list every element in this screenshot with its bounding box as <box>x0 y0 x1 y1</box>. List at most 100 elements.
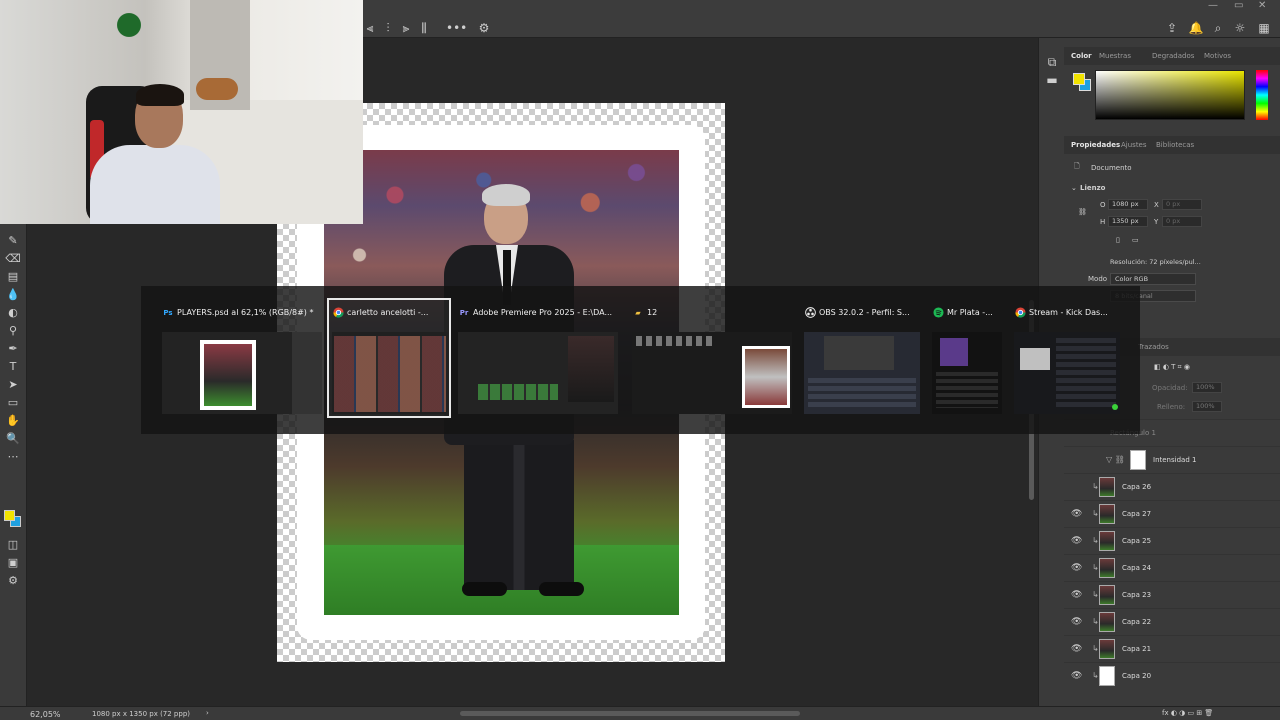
blur-tool-icon[interactable]: 💧 <box>5 288 21 302</box>
light-icon[interactable]: ☼ <box>1232 20 1248 36</box>
switcher-window[interactable]: OBS 32.0.2 - Perfil: S... <box>799 298 921 418</box>
tab-paths[interactable]: Trazados <box>1138 343 1169 351</box>
mode-dropdown[interactable]: Color RGB <box>1110 273 1196 285</box>
hue-slider[interactable] <box>1256 70 1268 120</box>
x-field[interactable]: 0 px <box>1162 199 1202 210</box>
photoshop-icon: Ps <box>163 309 173 317</box>
minimize-icon[interactable]: — <box>1208 0 1218 11</box>
comments-icon[interactable]: ▬ <box>1044 72 1060 88</box>
y-field[interactable]: 0 px <box>1162 216 1202 227</box>
window-thumbnail <box>332 332 448 414</box>
width-field[interactable]: 1080 px <box>1108 199 1148 210</box>
align-left-icon[interactable]: ⫷ <box>362 20 378 36</box>
layer-filter-icon[interactable]: ◧ ◐ T ⌗ ◉ <box>1154 363 1190 372</box>
tab-patterns[interactable]: Motivos <box>1204 52 1231 60</box>
eye-icon[interactable]: 👁 <box>1071 671 1082 681</box>
switcher-window[interactable]: Ps PLAYERS.psd al 62,1% (RGB/8#) * <box>157 298 323 418</box>
more-options-icon[interactable]: ••• <box>446 20 467 36</box>
more-tools-icon[interactable]: ⋯ <box>5 450 21 464</box>
layer-name: Capa 26 <box>1122 483 1152 491</box>
layer-thumbnail <box>1099 666 1115 686</box>
eye-icon[interactable]: 👁 <box>1071 617 1082 627</box>
x-label: X <box>1154 201 1159 209</box>
maximize-icon[interactable]: ▭ <box>1234 0 1243 11</box>
layer-row[interactable]: ▽ ⛓ Intensidad 1 <box>1064 446 1280 473</box>
layer-row[interactable]: 👁 ↳ Capa 21 <box>1064 635 1280 662</box>
switcher-window[interactable]: ▰ 12 <box>627 298 793 418</box>
switcher-window[interactable]: Stream - Kick Das... <box>1009 298 1121 418</box>
zoom-icon[interactable]: 🔍 <box>5 432 21 446</box>
orientation-landscape-icon[interactable]: ▭ <box>1132 236 1139 244</box>
layer-row[interactable]: 👁 ↳ Capa 25 <box>1064 527 1280 554</box>
fill-field[interactable]: 100% <box>1192 401 1222 412</box>
eye-icon[interactable]: 👁 <box>1071 644 1082 654</box>
eye-icon[interactable]: 👁 <box>1071 563 1082 573</box>
pen-tool-icon[interactable]: ✒ <box>5 342 21 356</box>
rectangle-tool-icon[interactable]: ▭ <box>5 396 21 410</box>
document-size: 1080 px x 1350 px (72 ppp) <box>92 710 190 718</box>
clip-arrow-icon: ↳ <box>1092 590 1099 599</box>
type-tool-icon[interactable]: T <box>5 360 21 374</box>
quick-mask-icon[interactable]: ◫ <box>5 538 21 552</box>
panel-foreground-swatch[interactable] <box>1073 73 1085 85</box>
window-title: OBS 32.0.2 - Perfil: S... <box>819 308 910 317</box>
screen-mode-icon[interactable]: ▣ <box>5 556 21 570</box>
eraser-tool-icon[interactable]: ⌫ <box>5 252 21 266</box>
brush-tool-icon[interactable]: ✎ <box>5 234 21 248</box>
tab-gradients[interactable]: Degradados <box>1152 52 1194 60</box>
clip-arrow-icon: ↳ <box>1092 563 1099 572</box>
share-icon[interactable]: ⇪ <box>1164 20 1180 36</box>
chevron-down-icon[interactable]: ⌄ <box>1071 184 1077 192</box>
layer-row[interactable]: 👁 ↳ Capa 24 <box>1064 554 1280 581</box>
zoom-tool-icon[interactable]: ⚲ <box>5 324 21 338</box>
switcher-window-selected[interactable]: carletto ancelotti -... <box>327 298 451 418</box>
layer-row[interactable]: 👁 ↳ Capa 22 <box>1064 608 1280 635</box>
link-icon[interactable]: ⛓ <box>1078 208 1087 216</box>
opacity-field[interactable]: 100% <box>1192 382 1222 393</box>
layer-actions-icon[interactable]: fx ◐ ◑ ▭ ⊞ 🗑 <box>1162 709 1213 717</box>
zoom-level[interactable]: 62,05% <box>30 710 61 719</box>
dodge-tool-icon[interactable]: ◐ <box>5 306 21 320</box>
layer-row[interactable]: ↳ Capa 26 <box>1064 473 1280 500</box>
layer-name: Capa 22 <box>1122 618 1152 626</box>
path-select-tool-icon[interactable]: ➤ <box>5 378 21 392</box>
tab-swatches[interactable]: Muestras <box>1099 52 1131 60</box>
chevron-right-icon[interactable]: › <box>206 709 209 717</box>
align-center-icon[interactable]: ⫶ <box>380 20 396 36</box>
tab-properties[interactable]: Propiedades <box>1071 141 1120 149</box>
layer-thumbnail <box>1099 477 1115 497</box>
tab-libraries[interactable]: Bibliotecas <box>1156 141 1194 149</box>
edit-toolbar-icon[interactable]: ⚙ <box>5 574 21 588</box>
layer-row[interactable]: 👁 ↳ Capa 23 <box>1064 581 1280 608</box>
eye-icon[interactable]: 👁 <box>1071 536 1082 546</box>
layer-thumbnail <box>1099 585 1115 605</box>
clip-arrow-icon: ↳ <box>1092 509 1099 518</box>
foreground-color-swatch[interactable] <box>4 510 15 521</box>
layer-row[interactable]: 👁 ↳ Capa 27 <box>1064 500 1280 527</box>
layer-row[interactable]: 👁 ↳ Capa 20 <box>1064 662 1280 689</box>
switcher-window[interactable]: Pr Adobe Premiere Pro 2025 - E:\DA... <box>453 298 619 418</box>
layer-name: Intensidad 1 <box>1153 456 1197 464</box>
layer-name: Capa 21 <box>1122 645 1152 653</box>
bell-icon[interactable]: 🔔 <box>1188 20 1204 36</box>
switcher-window[interactable]: Mr Plata -... <box>927 298 1003 418</box>
eye-icon[interactable]: 👁 <box>1071 590 1082 600</box>
color-picker-field[interactable] <box>1095 70 1245 120</box>
align-right-icon[interactable]: ⫸ <box>398 20 414 36</box>
height-field[interactable]: 1350 px <box>1108 216 1148 227</box>
history-icon[interactable]: ⧉ <box>1044 54 1060 70</box>
tab-adjustments[interactable]: Ajustes <box>1121 141 1147 149</box>
horizontal-scrollbar[interactable] <box>460 711 800 716</box>
close-icon[interactable]: ✕ <box>1258 0 1266 11</box>
distribute-icon[interactable]: ⫼ <box>416 20 432 36</box>
gear-icon[interactable]: ⚙ <box>476 20 492 36</box>
gradient-tool-icon[interactable]: ▤ <box>5 270 21 284</box>
workspace-icon[interactable]: ▦ <box>1256 20 1272 36</box>
hand-tool-icon[interactable]: ✋ <box>5 414 21 428</box>
tab-color[interactable]: Color <box>1071 52 1092 60</box>
coach-legs <box>464 440 574 590</box>
eye-icon[interactable]: 👁 <box>1071 509 1082 519</box>
orientation-portrait-icon[interactable]: ▯ <box>1116 236 1120 244</box>
search-icon[interactable]: ⌕ <box>1210 20 1226 36</box>
chrome-icon <box>332 307 344 319</box>
